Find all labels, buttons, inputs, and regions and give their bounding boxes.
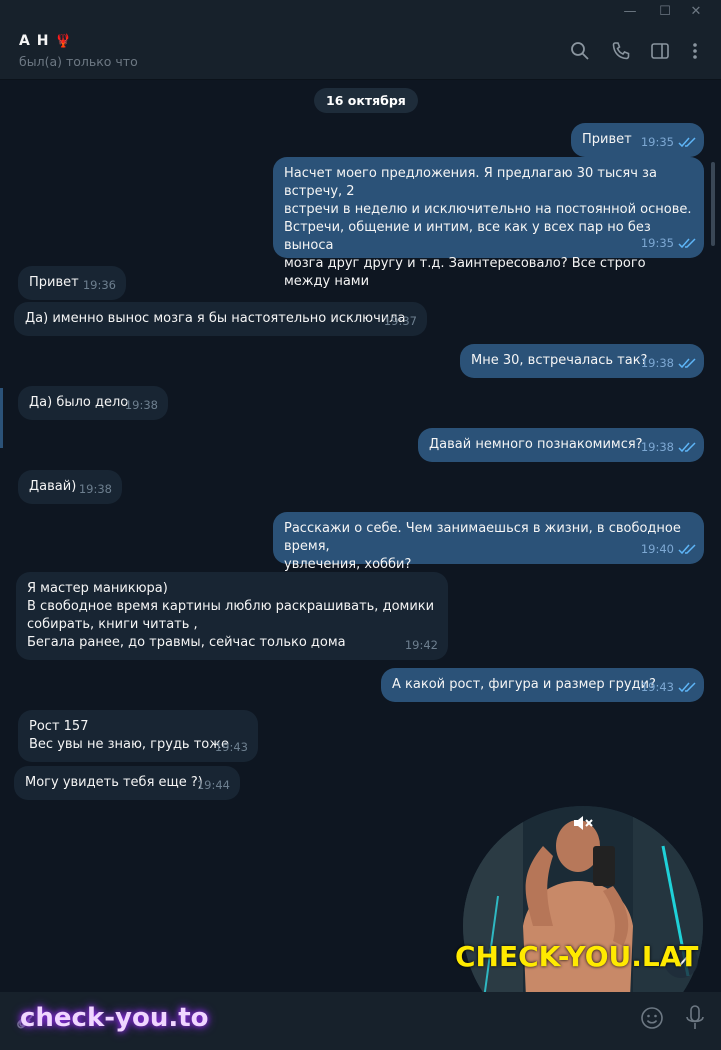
message-text: Расскажи о себе. Чем занимаешься в жизни… [284, 521, 681, 572]
message-text: Рост 157 Вес увы не знаю, грудь тоже [29, 719, 229, 752]
double-check-icon [678, 681, 696, 692]
incoming-message[interactable]: Привет 19:36 [18, 266, 126, 300]
message-time: 19:35 [640, 236, 674, 250]
outgoing-message[interactable]: Мне 30, встречалась так? 19:38 [460, 344, 704, 378]
sidebar-toggle-icon[interactable] [649, 40, 671, 62]
date-separator: 16 октября [314, 88, 418, 113]
minimize-button[interactable]: — [622, 4, 638, 20]
message-meta: 19:42 [405, 636, 438, 654]
search-icon[interactable] [569, 40, 591, 62]
double-check-icon [678, 441, 696, 452]
message-meta: 19:38 [641, 438, 696, 456]
window-titlebar: — ☐ ✕ [0, 0, 721, 24]
message-time: 19:37 [383, 314, 417, 328]
message-time: 19:42 [404, 638, 438, 652]
message-time: 19:36 [82, 278, 116, 292]
message-meta: 19:37 [384, 312, 417, 330]
double-check-icon [678, 357, 696, 368]
message-meta: 19:38 [125, 396, 158, 414]
incoming-message[interactable]: Давай) 19:38 [18, 470, 122, 504]
message-text: Да) именно вынос мозга я бы настоятельно… [25, 311, 406, 326]
outgoing-message[interactable]: А какой рост, фигура и размер груди? 19:4… [381, 668, 704, 702]
contact-name[interactable]: А Н 🦞 [19, 33, 73, 49]
maximize-button[interactable]: ☐ [657, 4, 673, 20]
incoming-message[interactable]: Да) было дело 19:38 [18, 386, 168, 420]
message-time: 19:38 [640, 440, 674, 454]
contact-name-text: А Н [19, 33, 50, 49]
contact-status: был(а) только что [19, 54, 138, 69]
message-time: 19:38 [78, 482, 112, 496]
message-meta: 19:36 [83, 276, 116, 294]
contact-emoji: 🦞 [55, 34, 73, 49]
message-meta: 19:43 [641, 678, 696, 696]
message-time: 19:40 [640, 542, 674, 556]
message-meta: 19:38 [79, 480, 112, 498]
message-meta: 19:35 [641, 133, 696, 151]
phone-icon[interactable] [610, 40, 632, 62]
watermark-yellow: CHECK-YOU.LAT [455, 940, 699, 973]
emoji-icon[interactable] [640, 1006, 664, 1030]
double-check-icon [678, 237, 696, 248]
outgoing-message[interactable]: Насчет моего предложения. Я предлагаю 30… [273, 157, 704, 289]
incoming-message[interactable]: Да) именно вынос мозга я бы настоятельно… [14, 302, 427, 336]
message-time: 19:35 [640, 135, 674, 149]
message-text: Насчет моего предложения. Я предлагаю 30… [284, 166, 692, 289]
incoming-message[interactable]: Я мастер маникюра) В свободное время кар… [16, 572, 448, 660]
message-meta: 19:40 [641, 540, 696, 558]
more-vertical-icon[interactable] [684, 40, 706, 62]
message-time: 19:38 [640, 356, 674, 370]
message-time: 19:43 [214, 740, 248, 754]
message-time: 19:44 [196, 778, 230, 792]
close-button[interactable]: ✕ [688, 4, 704, 20]
double-check-icon [678, 543, 696, 554]
message-time: 19:43 [640, 680, 674, 694]
microphone-icon[interactable] [684, 1004, 706, 1032]
muted-speaker-icon[interactable] [572, 814, 594, 832]
message-meta: 19:43 [215, 738, 248, 756]
outgoing-message[interactable]: Расскажи о себе. Чем занимаешься в жизни… [273, 512, 704, 572]
outgoing-message[interactable]: Давай немного познакомимся? 19:38 [418, 428, 704, 462]
message-meta: 19:38 [641, 354, 696, 372]
incoming-message[interactable]: Могу увидеть тебя еще ?) 19:44 [14, 766, 240, 800]
message-text: Я мастер маникюра) В свободное время кар… [27, 581, 435, 650]
outgoing-message[interactable]: Привет 19:35 [571, 123, 704, 157]
message-meta: 19:44 [197, 776, 230, 794]
watermark-purple: check-you.to [20, 1003, 209, 1033]
message-meta: 19:35 [641, 234, 696, 252]
chat-side-accent [0, 388, 3, 448]
chat-header[interactable]: А Н 🦞 был(а) только что [0, 24, 721, 80]
double-check-icon [678, 136, 696, 147]
message-time: 19:38 [124, 398, 158, 412]
incoming-message[interactable]: Рост 157 Вес увы не знаю, грудь тоже 19:4… [18, 710, 258, 762]
scrollbar[interactable] [711, 162, 715, 246]
